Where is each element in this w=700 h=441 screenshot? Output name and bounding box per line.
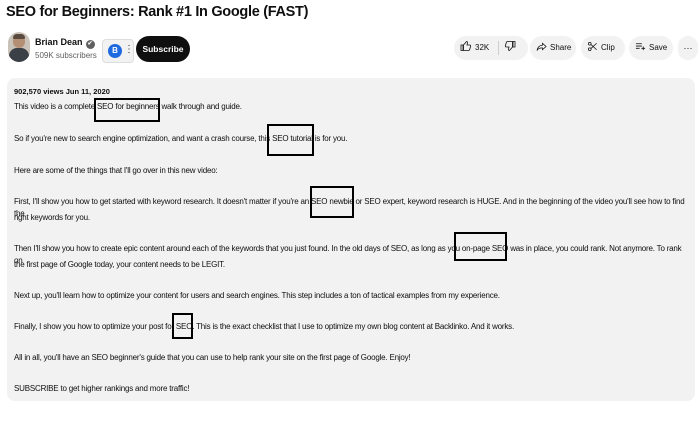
verified-icon: ✔ bbox=[85, 40, 95, 49]
description-line: the first page of Google today, your con… bbox=[14, 260, 225, 269]
video-title: SEO for Beginners: Rank #1 In Google (FA… bbox=[6, 4, 309, 20]
channel-avatar[interactable] bbox=[8, 32, 30, 62]
description-line: So if you're new to search engine optimi… bbox=[14, 134, 348, 143]
membership-button[interactable]: B ⋮ bbox=[102, 39, 134, 63]
save-button[interactable]: Save bbox=[629, 36, 673, 60]
view-count-date: 902,570 views Jun 11, 2020 bbox=[14, 87, 110, 96]
thumbs-down-icon bbox=[504, 41, 516, 51]
description-line: All in all, you'll have an SEO beginner'… bbox=[14, 353, 411, 362]
subscribe-button[interactable]: Subscribe bbox=[136, 36, 190, 62]
more-actions-button[interactable]: ··· bbox=[678, 36, 698, 60]
avatar-shirt bbox=[9, 48, 29, 62]
save-label: Save bbox=[649, 43, 668, 52]
description-line: Next up, you'll learn how to optimize yo… bbox=[14, 291, 500, 300]
channel-name[interactable]: Brian Dean bbox=[35, 37, 83, 47]
like-dislike-group: 32K bbox=[454, 36, 528, 60]
description-panel[interactable]: 902,570 views Jun 11, 2020 This video is… bbox=[7, 78, 695, 401]
highlight-box bbox=[454, 232, 507, 261]
share-icon bbox=[536, 42, 547, 51]
description-line: Finally, I show you how to optimize your… bbox=[14, 322, 515, 331]
share-button[interactable]: Share bbox=[530, 36, 576, 60]
thumbs-up-icon bbox=[460, 41, 472, 51]
subscriber-count: 509K subscribers bbox=[35, 51, 97, 60]
clip-button[interactable]: Clip bbox=[581, 36, 625, 60]
channel-logo-icon: B bbox=[108, 44, 122, 58]
like-count: 32K bbox=[475, 43, 490, 52]
scissors-icon bbox=[588, 42, 597, 51]
channel-name-block[interactable]: Brian Dean ✔ bbox=[35, 37, 95, 49]
clip-label: Clip bbox=[601, 43, 615, 52]
highlight-box bbox=[310, 186, 354, 218]
description-line: SUBSCRIBE to get higher rankings and mor… bbox=[14, 384, 190, 393]
like-divider bbox=[498, 41, 499, 55]
highlight-box bbox=[267, 124, 314, 156]
share-label: Share bbox=[550, 43, 572, 52]
avatar-hair bbox=[13, 34, 25, 39]
playlist-add-icon bbox=[635, 43, 646, 51]
highlight-box bbox=[94, 98, 160, 122]
more-vert-icon: ⋮ bbox=[124, 44, 134, 55]
like-button[interactable]: 32K bbox=[460, 36, 489, 60]
dislike-button[interactable] bbox=[504, 36, 516, 60]
highlight-box bbox=[172, 313, 193, 339]
description-line: Here are some of the things that I'll go… bbox=[14, 166, 218, 175]
